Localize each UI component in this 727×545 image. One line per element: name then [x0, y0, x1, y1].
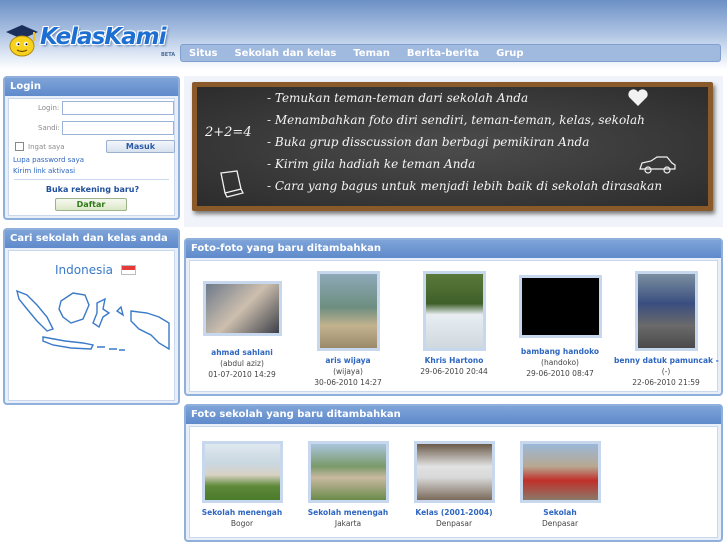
school-thumbnail[interactable] [413, 441, 495, 503]
nav-item-grup[interactable]: Grup [496, 48, 523, 59]
promo-banner: 2+2=4 - Temukan teman-teman dari sekolah… [184, 76, 723, 227]
school-city: Denpasar [435, 519, 473, 528]
school-name[interactable]: Sekolah [508, 508, 612, 517]
school-name[interactable]: Sekolah menengah [296, 508, 400, 517]
school-item[interactable]: Sekolah Denpasar [508, 441, 612, 528]
search-map-area: Indonesia [8, 250, 175, 401]
school-name[interactable]: Kelas (2001-2004) [402, 508, 506, 517]
banner-line-3: - Buka grup disscussion dan berbagi pemi… [267, 135, 590, 149]
search-panel: Cari sekolah dan kelas anda Indonesia [3, 228, 180, 405]
login-divider [14, 179, 169, 180]
nav-item-teman[interactable]: Teman [353, 48, 390, 59]
recent-photos-list: ahmad sahlani (abdul aziz) 01-07-2010 14… [189, 260, 719, 392]
forgot-password-link[interactable]: Lupa password saya [13, 156, 84, 164]
photo-user: (wijaya) [333, 367, 363, 376]
remember-checkbox[interactable] [15, 142, 24, 151]
photo-user: (handoko) [541, 358, 579, 367]
photo-item[interactable]: aris wijaya (wijaya) 30-06-2010 14:27 [296, 271, 400, 387]
chalkboard: 2+2=4 - Temukan teman-teman dari sekolah… [192, 82, 713, 211]
photo-date: 22-06-2010 21:59 [632, 378, 700, 387]
recent-photos-panel: Foto-foto yang baru ditambahkan ahmad sa… [184, 238, 723, 396]
recent-schools-title: Foto sekolah yang baru ditambahkan [186, 406, 721, 424]
password-input[interactable] [62, 121, 174, 135]
nav-item-situs[interactable]: Situs [189, 48, 217, 59]
chalkboard-surface: 2+2=4 - Temukan teman-teman dari sekolah… [197, 87, 708, 206]
school-city: Denpasar [541, 519, 579, 528]
main-navigation: Situs Sekolah dan kelas Teman Berita-ber… [180, 44, 721, 62]
school-thumbnail[interactable] [519, 441, 601, 503]
password-label: Sandi: [38, 124, 60, 132]
photo-date: 29-06-2010 20:44 [420, 367, 488, 376]
school-thumbnail[interactable] [201, 441, 283, 503]
school-city: Bogor [230, 519, 254, 528]
photo-thumbnail[interactable] [202, 281, 282, 336]
indonesia-flag-icon [121, 265, 136, 275]
photo-thumbnail[interactable] [518, 275, 602, 338]
school-item[interactable]: Kelas (2001-2004) Denpasar [402, 441, 506, 528]
login-button[interactable]: Masuk [106, 140, 175, 153]
photo-date: 29-06-2010 08:47 [526, 369, 594, 378]
photo-name[interactable]: ahmad sahlani [190, 348, 294, 357]
chalk-equation: 2+2=4 [205, 125, 252, 140]
photo-name[interactable]: aris wijaya [296, 356, 400, 365]
indonesia-map[interactable] [13, 283, 173, 373]
login-form: Login: Sandi: Ingat saya Masuk Lupa pass… [8, 98, 175, 216]
recent-schools-list: Sekolah menengah Bogor Sekolah menengah … [189, 426, 718, 538]
heart-icon [628, 89, 648, 106]
photo-item[interactable]: bambang handoko (handoko) 29-06-2010 08:… [508, 275, 612, 378]
login-title: Login [5, 78, 178, 96]
photo-date: 01-07-2010 14:29 [208, 370, 276, 379]
recent-photos-title: Foto-foto yang baru ditambahkan [186, 240, 721, 258]
book-icon [220, 170, 244, 198]
banner-line-2: - Menambahkan foto diri sendiri, teman-t… [267, 113, 645, 127]
search-title: Cari sekolah dan kelas anda [5, 230, 178, 248]
banner-line-5: - Cara yang bagus untuk menjadi lebih ba… [267, 179, 663, 193]
country-link[interactable]: Indonesia [55, 263, 113, 277]
photo-name[interactable]: Khris Hartono [402, 356, 506, 365]
nav-item-berita[interactable]: Berita-berita [407, 48, 479, 59]
site-logo[interactable]: KelasKami BETA [4, 22, 176, 62]
recent-schools-panel: Foto sekolah yang baru ditambahkan Sekol… [184, 404, 723, 542]
banner-line-1: - Temukan teman-teman dari sekolah Anda [267, 91, 529, 105]
photo-item[interactable]: ahmad sahlani (abdul aziz) 01-07-2010 14… [190, 281, 294, 379]
graduate-mascot-icon [6, 25, 38, 57]
photo-user: (-) [661, 367, 671, 376]
logo-text: KelasKami [40, 24, 166, 50]
photo-name[interactable]: benny datuk pamuncak - [614, 356, 719, 365]
school-thumbnail[interactable] [307, 441, 389, 503]
photo-thumbnail[interactable] [422, 271, 486, 351]
photo-thumbnail[interactable] [316, 271, 380, 351]
login-panel: Login Login: Sandi: Ingat saya Masuk Lup… [3, 76, 180, 220]
register-button[interactable]: Daftar [55, 198, 127, 211]
photo-item[interactable]: benny datuk pamuncak - (-) 22-06-2010 21… [614, 271, 719, 387]
login-label: Login: [38, 104, 60, 112]
activation-link[interactable]: Kirim link aktivasi [13, 167, 75, 175]
school-name[interactable]: Sekolah menengah [190, 508, 294, 517]
school-city: Jakarta [334, 519, 362, 528]
nav-item-sekolah[interactable]: Sekolah dan kelas [234, 48, 336, 59]
school-item[interactable]: Sekolah menengah Bogor [190, 441, 294, 528]
photo-date: 30-06-2010 14:27 [314, 378, 382, 387]
school-item[interactable]: Sekolah menengah Jakarta [296, 441, 400, 528]
photo-item[interactable]: Khris Hartono 29-06-2010 20:44 [402, 271, 506, 376]
remember-label: Ingat saya [28, 143, 65, 151]
banner-line-4: - Kirim gila hadiah ke teman Anda [267, 157, 476, 171]
new-account-text: Buka rekening baru? [45, 185, 140, 194]
photo-user: (abdul aziz) [220, 359, 264, 368]
car-icon [639, 156, 676, 174]
photo-thumbnail[interactable] [634, 271, 698, 351]
login-input[interactable] [62, 101, 174, 115]
beta-badge: BETA [161, 52, 176, 58]
photo-name[interactable]: bambang handoko [508, 347, 612, 356]
